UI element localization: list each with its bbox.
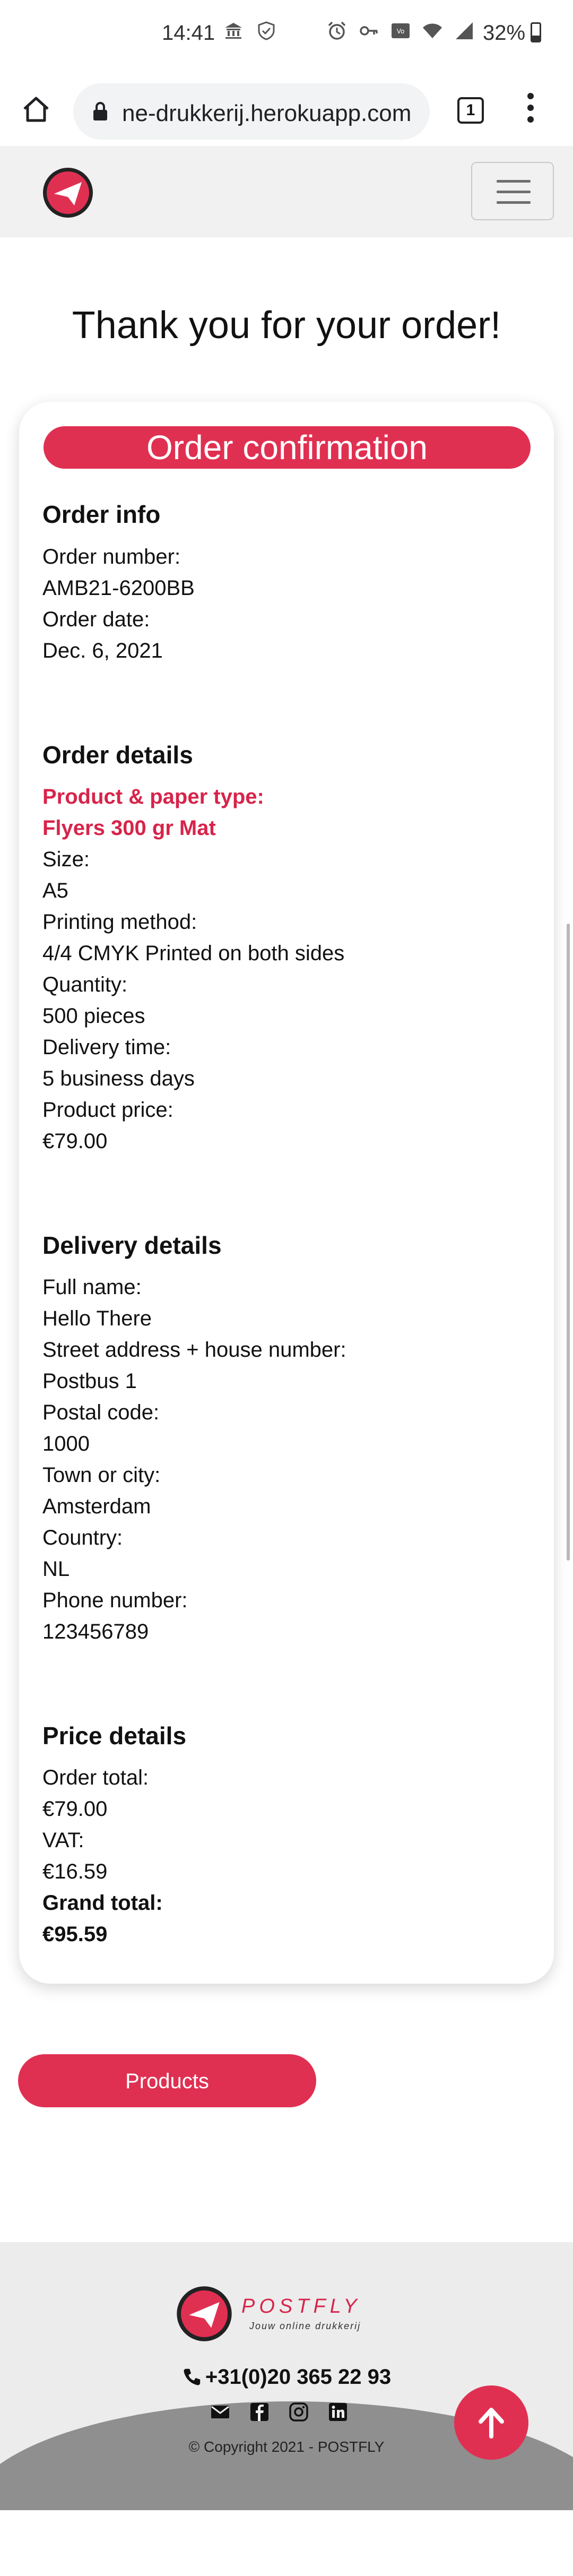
key-icon [360,26,378,36]
town-value: Amsterdam [42,1495,151,1518]
country-value: NL [42,1557,70,1581]
page-scrollbar[interactable] [567,924,570,1561]
battery-icon [531,22,541,42]
town-label: Town or city: [42,1463,161,1487]
delivery-time-label: Delivery time: [42,1036,171,1059]
quantity-value: 500 pieces [42,1004,145,1028]
shield-check-icon [258,21,275,40]
quantity-label: Quantity: [42,973,128,996]
lock-icon [93,102,107,120]
hamburger-icon[interactable] [471,162,554,220]
order-number-label: Order number: [42,545,181,568]
status-system-icons: Vo [326,20,475,41]
arrow-up-icon [479,2408,504,2439]
full-name-value: Hello There [42,1307,152,1330]
printing-method-value: 4/4 CMYK Printed on both sides [42,942,345,965]
phone-number-label: Phone number: [42,1589,188,1612]
order-date-label: Order date: [42,608,150,631]
bank-icon [225,23,242,39]
status-notification-icons [223,20,277,41]
product-type-value: Flyers 300 gr Mat [42,816,216,840]
svg-text:Vo: Vo [397,28,405,35]
products-button[interactable]: Products [18,2054,316,2107]
back-to-top-button[interactable] [454,2385,528,2460]
full-name-label: Full name: [42,1276,142,1299]
paper-plane-logo-icon[interactable] [175,2285,233,2343]
product-price-label: Product price: [42,1098,173,1122]
phone-icon [184,2368,201,2385]
volte-icon: Vo [392,23,410,38]
linkedin-icon[interactable] [327,2401,349,2423]
order-total-label: Order total: [42,1766,149,1789]
street-label: Street address + house number: [42,1338,346,1362]
social-links [210,2401,349,2423]
grand-total-value: €95.59 [42,1923,108,1946]
card-header: Order confirmation [44,426,531,469]
price-details-heading: Price details [42,1722,187,1750]
size-label: Size: [42,848,90,871]
facebook-icon[interactable] [249,2401,270,2423]
signal-icon [456,22,473,39]
battery-percent: 32% [483,21,526,45]
product-price-value: €79.00 [42,1130,108,1153]
order-total-value: €79.00 [42,1797,108,1821]
status-time: 14:41 [162,21,215,45]
page-title: Thank you for your order! [72,304,501,347]
url-text: ne-drukkerij.herokuapp.com [122,100,412,126]
order-details-heading: Order details [42,741,193,769]
postal-code-label: Postal code: [42,1401,160,1424]
instagram-icon[interactable] [288,2401,309,2423]
size-value: A5 [42,879,68,902]
street-value: Postbus 1 [42,1369,137,1393]
envelope-icon[interactable] [210,2401,231,2423]
product-type-label: Product & paper type: [42,785,264,808]
phone-number-value: 123456789 [42,1620,149,1643]
vat-label: VAT: [42,1829,84,1852]
brand-tagline: Jouw online drukkerij [249,2321,361,2331]
grand-total-label: Grand total: [42,1891,163,1915]
order-number-value: AMB21-6200BB [42,576,195,600]
footer-phone-number: +31(0)20 365 22 93 [205,2365,392,2389]
site-navbar [0,146,573,237]
postal-code-value: 1000 [42,1432,90,1455]
vat-value: €16.59 [42,1860,108,1883]
printing-method-label: Printing method: [42,910,197,934]
alarm-icon [328,21,346,40]
home-icon[interactable] [20,93,52,125]
browser-toolbar: ne-drukkerij.herokuapp.com 1 [0,72,573,146]
delivery-time-value: 5 business days [42,1067,195,1090]
site-footer: POSTFLY Jouw online drukkerij +31(0)20 3… [0,2242,573,2510]
address-bar[interactable]: ne-drukkerij.herokuapp.com [73,83,430,140]
delivery-details-heading: Delivery details [42,1231,222,1259]
paper-plane-logo-icon[interactable] [41,166,94,219]
order-date-value: Dec. 6, 2021 [42,639,163,662]
status-bar: 14:41 Vo 32% [0,0,573,72]
country-label: Country: [42,1526,123,1549]
tabs-icon[interactable]: 1 [457,97,484,124]
order-info-heading: Order info [42,501,161,528]
brand-name: POSTFLY [241,2295,361,2317]
wifi-icon [423,23,442,38]
order-confirmation-card: Order confirmation Order info Order numb… [19,402,554,1984]
overflow-menu-icon[interactable] [525,93,536,128]
